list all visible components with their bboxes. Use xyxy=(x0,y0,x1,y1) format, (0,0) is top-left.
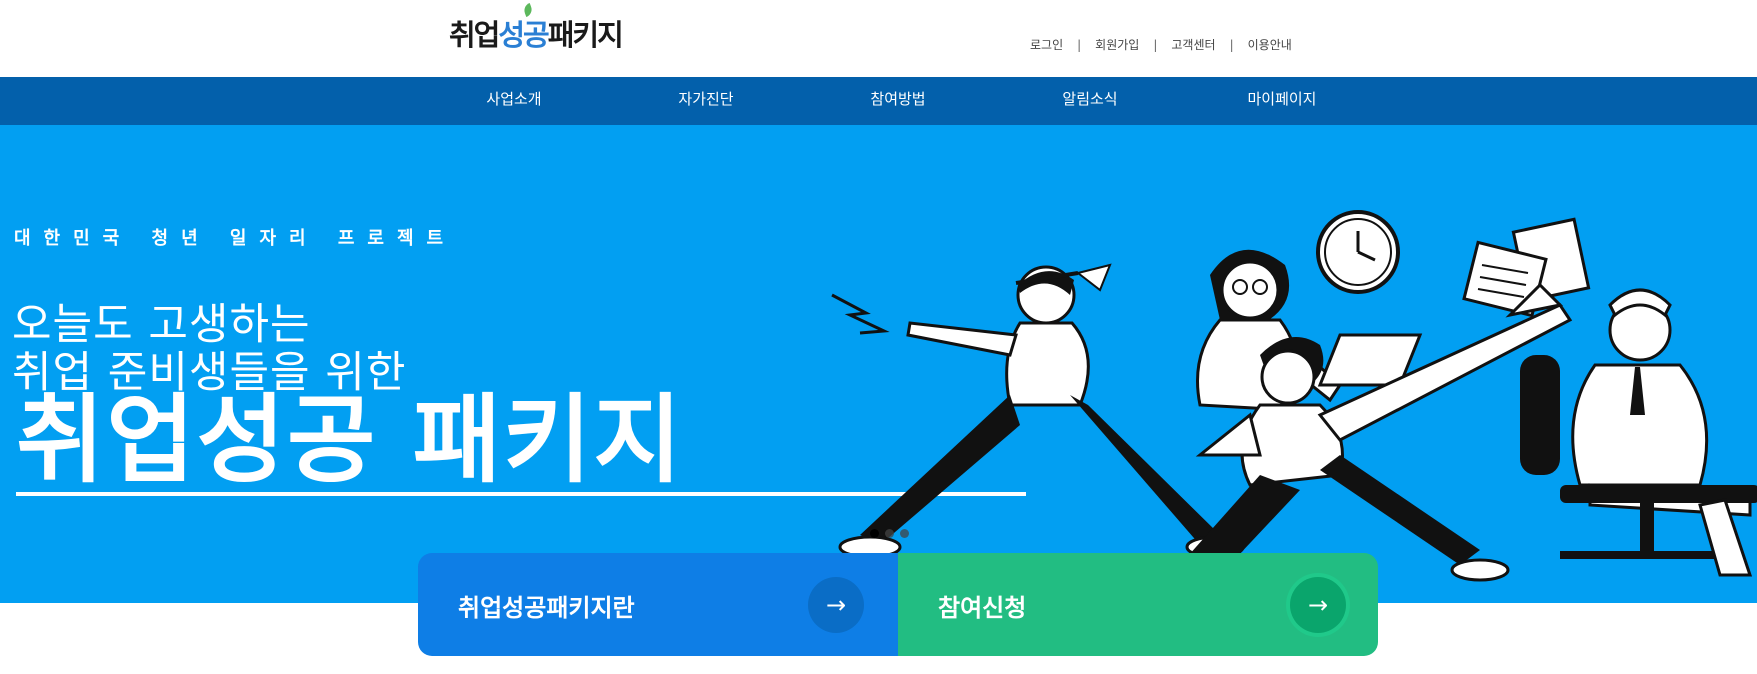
apply-participation-button[interactable]: 참여신청 → xyxy=(898,553,1378,656)
about-package-label: 취업성공패키지란 xyxy=(458,594,635,622)
site-header: 취업 성공 패키지 로그인 | 회원가입 | 고객센터 | 이용안내 xyxy=(0,0,1757,77)
hero-headline: 취업성공 패키지 xyxy=(16,384,684,496)
usage-guide-link[interactable]: 이용안내 xyxy=(1248,36,1292,53)
util-separator: | xyxy=(1077,37,1082,52)
cta-panel: 취업성공패키지란 → 참여신청 → xyxy=(418,553,1378,656)
leaf-icon xyxy=(522,2,535,18)
nav-item-how-to-join[interactable]: 참여방법 xyxy=(838,77,958,125)
logo-text-2: 성공 xyxy=(498,2,550,54)
customer-center-link[interactable]: 고객센터 xyxy=(1171,36,1215,53)
lightning-icon xyxy=(831,293,890,335)
apply-participation-label: 참여신청 xyxy=(938,594,1027,622)
logo-text-1: 취업 xyxy=(449,18,500,52)
nav-item-news[interactable]: 알림소식 xyxy=(1030,77,1150,125)
util-separator: | xyxy=(1153,37,1158,52)
signup-link[interactable]: 회원가입 xyxy=(1095,36,1139,53)
slide-pagination xyxy=(870,529,909,538)
nav-item-about[interactable]: 사업소개 xyxy=(454,77,574,125)
utility-nav: 로그인 | 회원가입 | 고객센터 | 이용안내 xyxy=(1030,36,1292,53)
nav-item-mypage[interactable]: 마이페이지 xyxy=(1222,77,1342,125)
util-separator: | xyxy=(1229,37,1234,52)
person-headband xyxy=(838,263,1245,559)
slide-dot-2[interactable] xyxy=(885,529,894,538)
arrow-right-icon[interactable]: → xyxy=(1290,577,1346,633)
arrow-right-icon[interactable]: → xyxy=(808,577,864,633)
about-package-button[interactable]: 취업성공패키지란 → xyxy=(418,553,898,656)
login-link[interactable]: 로그인 xyxy=(1030,36,1063,53)
site-logo[interactable]: 취업 성공 패키지 xyxy=(449,2,624,54)
slide-dot-3[interactable] xyxy=(900,529,909,538)
main-nav: 사업소개 자가진단 참여방법 알림소식 마이페이지 xyxy=(0,77,1757,125)
hero-kicker: 대한민국 청년 일자리 프로젝트 xyxy=(14,228,457,249)
hero-banner[interactable]: 대한민국 청년 일자리 프로젝트 오늘도 고생하는 취업 준비생들을 위한 취업… xyxy=(0,125,1757,603)
logo-text-3: 패키지 xyxy=(547,18,624,52)
clock-icon xyxy=(1316,210,1400,294)
nav-item-self-diagnosis[interactable]: 자가진단 xyxy=(646,77,766,125)
slide-dot-1[interactable] xyxy=(870,529,879,538)
office-workers-illustration xyxy=(831,210,1757,587)
